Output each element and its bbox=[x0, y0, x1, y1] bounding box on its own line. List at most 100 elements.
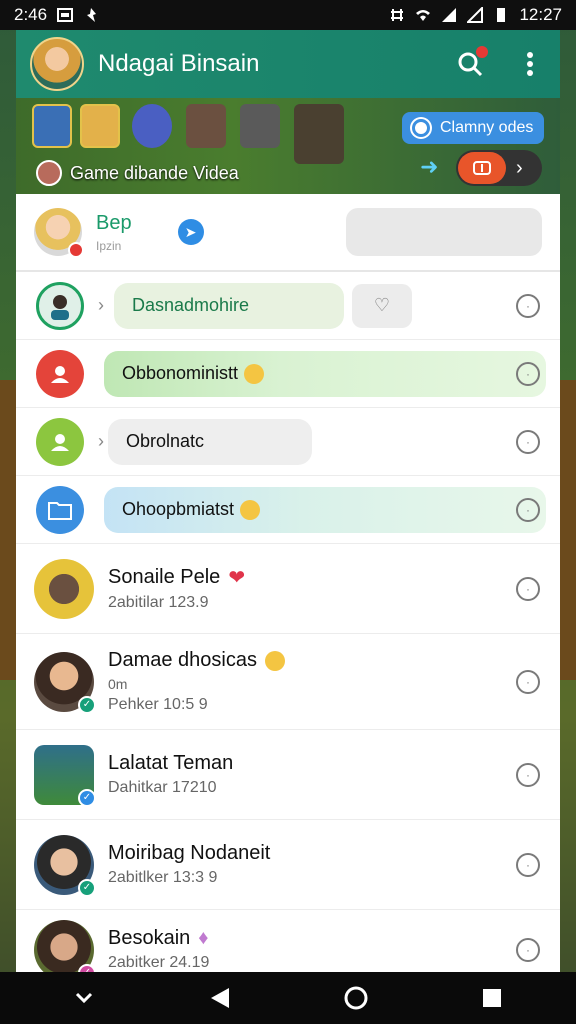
profile-sub: Ipzin bbox=[96, 238, 122, 253]
character-icon bbox=[80, 104, 120, 148]
chevron-right-icon: › bbox=[98, 431, 104, 451]
profile-row[interactable]: Bep Ipzin ➤ bbox=[16, 194, 560, 272]
contact-name: Sonaile Pele bbox=[108, 566, 221, 588]
search-button[interactable] bbox=[454, 46, 488, 80]
contact-sub: Pehker 10:5 9 bbox=[108, 696, 208, 713]
contact-row[interactable]: ✓ Besokain ♦ 2abitker 24.19 · bbox=[16, 910, 560, 972]
contact-row[interactable]: Sonaile Pele ❤ 2abitilar 123.9 · bbox=[16, 544, 560, 634]
nav-fill bbox=[560, 972, 576, 1024]
hide-keyboard-button[interactable] bbox=[64, 978, 104, 1018]
folder-icon bbox=[48, 501, 72, 520]
contact-sub-2: 0m bbox=[108, 676, 128, 692]
battery-icon bbox=[497, 8, 506, 22]
banner-toggle[interactable]: › bbox=[456, 150, 542, 186]
message-bubble[interactable]: Ohoopbmiatst bbox=[104, 486, 546, 533]
medal-emoji-icon: ♦ bbox=[198, 927, 209, 949]
banner-title: Game dibande Videa bbox=[36, 160, 239, 186]
home-circle-icon bbox=[344, 986, 368, 1010]
profile-input-pill[interactable] bbox=[346, 208, 542, 256]
avatar bbox=[36, 485, 84, 534]
contact-avatar: ✓ bbox=[34, 744, 96, 807]
contact-sub: 2abitker 24.19 bbox=[108, 954, 210, 971]
character-icon bbox=[32, 104, 72, 148]
character-icon bbox=[186, 104, 226, 148]
chat-bubble-icon[interactable]: · bbox=[516, 669, 540, 694]
bubble-text: Obbonoministt bbox=[122, 363, 239, 383]
contact-sub: 2abitilar 123.9 bbox=[108, 594, 209, 611]
banner-text: Game dibande Videa bbox=[70, 162, 239, 183]
chat-bubble-icon[interactable]: · bbox=[516, 576, 540, 601]
banner-avatar bbox=[36, 160, 62, 186]
message-bubble[interactable]: Obrolnatc bbox=[108, 418, 312, 465]
banner-pill-label: Clamny odes bbox=[440, 119, 534, 136]
more-vert-icon bbox=[527, 52, 533, 76]
contact-row[interactable]: ✓ Damae dhosicas 0m Pehker 10:5 9 · bbox=[16, 634, 560, 730]
smile-emoji-icon bbox=[240, 499, 261, 520]
avatar bbox=[36, 349, 84, 398]
status-clock: 12:27 bbox=[519, 5, 562, 24]
contact-row[interactable]: ✓ Lalatat Teman Dahitkar 17210 · bbox=[16, 730, 560, 820]
message-bubble[interactable]: Obbonoministt bbox=[104, 350, 546, 397]
contact-sub: 2abitlker 13:3 9 bbox=[108, 869, 218, 886]
contact-sub: Dahitkar 17210 bbox=[108, 779, 217, 796]
chat-bubble-icon[interactable]: · bbox=[516, 852, 540, 877]
avatar bbox=[36, 281, 84, 330]
gallery-icon bbox=[57, 8, 74, 22]
contact-avatar bbox=[34, 558, 94, 619]
list-item[interactable]: Ohoopbmiatst · bbox=[16, 476, 560, 544]
app-window: Ndagai Binsain Game dibande Videa Clamny… bbox=[16, 30, 560, 972]
character-icon bbox=[132, 104, 172, 148]
contact-name: Moiribag Nodaneit bbox=[108, 842, 271, 864]
status-badge: ✓ bbox=[78, 963, 96, 972]
list-item[interactable]: › Dasnadmohire ♡ · bbox=[16, 272, 560, 340]
heart-icon: ♡ bbox=[373, 295, 391, 315]
list-item[interactable]: › Obrolnatc · bbox=[16, 408, 560, 476]
more-options-button[interactable] bbox=[514, 48, 546, 80]
nav-fill bbox=[0, 972, 16, 1024]
contact-row[interactable]: ✓ Moiribag Nodaneit 2abitlker 13:3 9 · bbox=[16, 820, 560, 910]
character-icon bbox=[294, 104, 344, 164]
contact-avatar: ✓ bbox=[34, 651, 96, 714]
verified-badge: ✓ bbox=[78, 695, 96, 714]
status-time: 2:46 bbox=[14, 5, 48, 24]
data-sync-icon bbox=[391, 9, 404, 21]
recents-button[interactable] bbox=[472, 978, 512, 1018]
signal-icon bbox=[442, 8, 457, 22]
chat-bubble-icon[interactable]: · bbox=[516, 762, 540, 787]
contact-name: Besokain bbox=[108, 927, 191, 949]
chat-bubble-icon[interactable]: · bbox=[516, 293, 540, 318]
character-icon bbox=[240, 104, 280, 148]
profile-avatar[interactable] bbox=[30, 37, 84, 91]
user-icon bbox=[51, 433, 69, 451]
game-banner[interactable]: Game dibande Videa Clamny odes ➜ › bbox=[16, 98, 560, 194]
chat-bubble-icon[interactable]: · bbox=[516, 497, 540, 522]
back-button[interactable] bbox=[200, 978, 240, 1018]
recents-square-icon bbox=[483, 989, 501, 1007]
gamepad-icon bbox=[473, 161, 491, 175]
chat-bubble-icon[interactable]: · bbox=[516, 937, 540, 962]
person-icon bbox=[51, 294, 69, 320]
back-triangle-icon bbox=[211, 988, 229, 1008]
banner-pill-button[interactable]: Clamny odes bbox=[402, 112, 544, 144]
contact-avatar: ✓ bbox=[34, 834, 96, 897]
contact-name: Lalatat Teman bbox=[108, 752, 234, 774]
send-icon[interactable]: ➤ bbox=[177, 219, 204, 245]
chat-bubble-icon[interactable]: · bbox=[516, 429, 540, 454]
verified-badge: ✓ bbox=[78, 788, 96, 807]
app-bar: Ndagai Binsain bbox=[16, 30, 560, 98]
status-bar: 2:46 12:27 bbox=[0, 0, 576, 30]
bubble-text: Ohoopbmiatst bbox=[122, 499, 235, 519]
chat-bubble-icon[interactable]: · bbox=[516, 361, 540, 386]
contact-avatar: ✓ bbox=[34, 919, 96, 972]
profile-name: Bep bbox=[96, 211, 132, 234]
status-badge bbox=[68, 242, 84, 258]
chevron-right-icon: › bbox=[516, 156, 523, 179]
signal-2-icon bbox=[467, 7, 484, 23]
heart-emoji-icon: ❤ bbox=[228, 567, 246, 589]
list-item[interactable]: Obbonoministt · bbox=[16, 340, 560, 408]
home-button[interactable] bbox=[336, 978, 376, 1018]
contact-name: Damae dhosicas bbox=[108, 649, 257, 671]
message-bubble[interactable]: Dasnadmohire bbox=[114, 282, 344, 329]
navigation-bar bbox=[16, 972, 560, 1024]
heart-react-button[interactable]: ♡ bbox=[352, 283, 412, 328]
